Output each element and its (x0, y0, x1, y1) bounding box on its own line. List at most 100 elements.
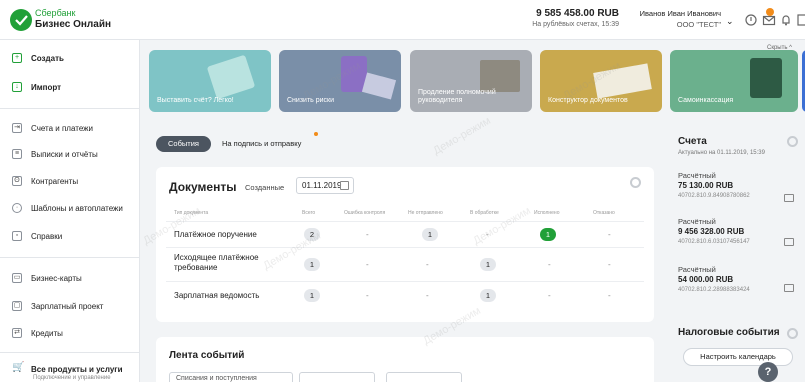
events-feed-card: Лента событий Списания и поступления (156, 337, 654, 382)
count-error: - (366, 230, 369, 239)
col-header-rejected: Отказано (593, 210, 615, 216)
documents-card: Документы Созданные 01.11.2019 Тип докум… (156, 167, 654, 322)
import-doc-icon: ↓ (12, 82, 22, 92)
sidebar-divider (0, 257, 140, 258)
statement-icon[interactable] (784, 284, 794, 292)
clock-icon: · (12, 203, 22, 213)
papers-illustration (361, 72, 397, 100)
col-header-error: Ошибка контроля (344, 210, 386, 216)
gear-icon[interactable] (787, 328, 798, 339)
row-divider (166, 221, 644, 222)
feed-filter-type[interactable]: Списания и поступления (169, 372, 293, 382)
banner-text: Самоинкассация (678, 97, 734, 104)
contact-icon: ʘ (12, 176, 22, 186)
logout-icon[interactable] (795, 13, 805, 27)
row-type[interactable]: Зарплатная ведомость (174, 291, 259, 301)
sidebar-item-references[interactable]: ▫ Справки (0, 226, 140, 246)
calendar-icon[interactable] (340, 181, 349, 190)
count-not-sent[interactable]: 1 (422, 228, 438, 241)
tab-notification-dot (314, 132, 318, 136)
help-button[interactable]: ? (758, 362, 778, 382)
sidebar-item-contractors[interactable]: ʘ Контрагенты (0, 171, 140, 191)
gear-icon[interactable] (787, 136, 798, 147)
account-amount[interactable]: 9 456 328.00 RUB (678, 227, 744, 236)
brand-line1: Сбербанк (35, 8, 76, 18)
count-rejected: - (608, 291, 611, 300)
sidebar-item-label: Все продукты и услуги (31, 364, 123, 374)
sidebar-item-label: Кредиты (31, 328, 63, 338)
create-doc-icon: + (12, 53, 22, 63)
feed-date-to[interactable] (386, 372, 462, 382)
total-balance: 9 585 458.00 RUB На рублёвых счетах, 15:… (532, 8, 619, 30)
account-type: Расчётный (678, 171, 716, 180)
account-number: 40702.810.2.28988383424 (678, 287, 750, 293)
user-name: Иванов Иван Иванович (639, 9, 721, 18)
count-error: - (366, 260, 369, 269)
sidebar-item-label: Шаблоны и автоплатежи (31, 203, 123, 213)
statement-icon[interactable] (784, 238, 794, 246)
banner-text: Выставить счёт? Легко! (157, 97, 234, 104)
tax-events-title: Налоговые события (678, 327, 780, 338)
account-type: Расчётный (678, 217, 716, 226)
sidebar-item-label: Контрагенты (31, 176, 79, 186)
office-illustration (480, 60, 520, 92)
terminal-illustration (750, 58, 782, 98)
tab-events[interactable]: События (156, 136, 211, 152)
configure-calendar-button[interactable]: Настроить календарь (683, 348, 793, 366)
card-icon: ▭ (12, 273, 22, 283)
banner-text: Конструктор документов (548, 97, 628, 104)
count-processing[interactable]: 1 (480, 289, 496, 302)
banner-authority[interactable]: Продление полномочий руководителя (410, 50, 532, 112)
bell-icon[interactable] (779, 13, 793, 27)
cart-icon: 🛒 (12, 362, 25, 373)
all-products-subtitle: Подключение и управление (33, 375, 111, 381)
sidebar-item-label: Справки (31, 231, 63, 241)
credit-icon: ⇄ (12, 328, 22, 338)
balance-amount: 9 585 458.00 RUB (536, 8, 619, 19)
documents-title: Документы (169, 180, 237, 194)
sidebar-item-statements[interactable]: ≡ Выписки и отчёты (0, 144, 140, 164)
notification-badge (766, 8, 774, 16)
organization-name: ООО "ТЕСТ" (676, 20, 721, 29)
account-amount[interactable]: 54 000.00 RUB (678, 275, 733, 284)
statement-icon[interactable] (784, 194, 794, 202)
sberbank-logo-icon[interactable] (10, 9, 32, 31)
row-divider (166, 247, 644, 248)
sidebar-item-import[interactable]: ↓ Импорт (0, 77, 140, 97)
count-rejected: - (608, 260, 611, 269)
account-number: 40702.810.9.84908780862 (678, 193, 750, 199)
brand-line2: Бизнес Онлайн (35, 19, 112, 30)
sidebar-item-templates[interactable]: · Шаблоны и автоплатежи (0, 198, 140, 218)
demo-watermark: Демо-режим (431, 114, 493, 158)
row-type[interactable]: Исходящее платёжное требование (174, 253, 264, 273)
row-divider (166, 281, 644, 282)
sidebar-item-credits[interactable]: ⇄ Кредиты (0, 323, 140, 343)
gear-icon[interactable] (630, 177, 641, 188)
count-processing[interactable]: 1 (480, 258, 496, 271)
top-header: Сбербанк Бизнес Онлайн 9 585 458.00 RUB … (0, 0, 805, 40)
sidebar: + Создать ↓ Импорт ⇥ Счета и платежи ≡ В… (0, 40, 140, 382)
feed-date-from[interactable] (299, 372, 375, 382)
sidebar-item-accounts[interactable]: ⇥ Счета и платежи (0, 118, 140, 138)
row-type[interactable]: Платёжное поручение (174, 230, 257, 240)
col-header-processing: В обработке (470, 210, 499, 216)
brand-name[interactable]: Сбербанк Бизнес Онлайн (35, 8, 111, 30)
count-total[interactable]: 1 (304, 289, 320, 302)
support-icon[interactable] (744, 13, 758, 27)
banner-text: Продление полномочий руководителя (418, 89, 496, 104)
user-menu[interactable]: Иванов Иван Иванович ООО "ТЕСТ" (640, 8, 721, 30)
sidebar-item-business-cards[interactable]: ▭ Бизнес-карты (0, 268, 140, 288)
tab-to-sign[interactable]: На подпись и отправку (222, 136, 301, 152)
col-header-not-sent: Не отправлено (408, 210, 443, 216)
account-amount[interactable]: 75 130.00 RUB (678, 181, 733, 190)
banner-invoice[interactable]: Выставить счёт? Легко! (149, 50, 271, 112)
count-done[interactable]: 1 (540, 228, 556, 241)
count-total[interactable]: 1 (304, 258, 320, 271)
chevron-down-icon[interactable]: ⌄ (726, 16, 734, 27)
feed-title: Лента событий (169, 350, 245, 361)
banner-self-collection[interactable]: Самоинкассация (670, 50, 798, 112)
col-header-done: Исполнено (534, 210, 560, 216)
sidebar-item-label: Создать (31, 53, 64, 63)
sidebar-item-salary[interactable]: ▢ Зарплатный проект (0, 296, 140, 316)
sidebar-item-create[interactable]: + Создать (0, 48, 140, 68)
